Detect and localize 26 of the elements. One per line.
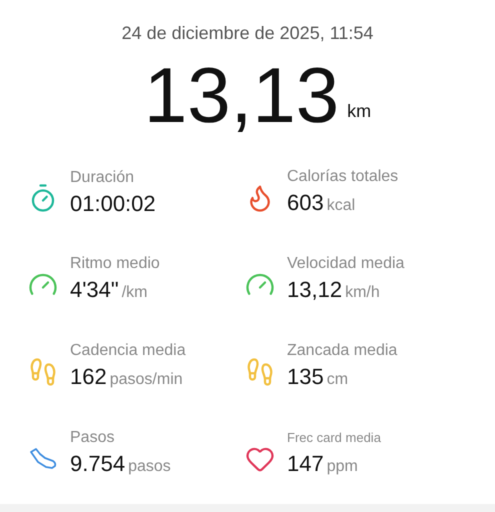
stat-unit: cm [326,370,348,390]
stat-label: Ritmo medio [70,254,160,274]
stat-value: 603 [287,189,324,217]
stat-label: Calorías totales [287,167,398,187]
stat-value: 9.754 [70,450,126,478]
stat-value: 4'34" [70,276,119,304]
stat-unit: ppm [326,457,358,477]
stat-label: Zancada media [287,341,398,361]
workout-date: 24 de diciembre de 2025, 11:54 [120,22,374,45]
stat-value: 13,12 [287,276,342,304]
stat-unit: pasos/min [110,370,183,390]
stat-unit: km/h [345,283,380,303]
distance-value: 13,13 [144,53,340,137]
stat-label: Velocidad media [287,254,404,274]
stat-unit: kcal [326,196,356,216]
stat-unit: /km [122,283,148,303]
stat-unit: pasos [128,457,171,477]
stat-label: Frec card media [287,429,381,447]
stat-label: Cadencia media [70,341,186,361]
stat-label: Duración [70,168,136,188]
stat-value: 147 [287,450,324,478]
stat-value: 01:00:02 [70,190,156,218]
distance-unit: km [347,100,372,123]
stat-value: 162 [70,363,107,391]
stat-value: 135 [287,363,324,391]
stat-label: Pasos [70,428,116,448]
